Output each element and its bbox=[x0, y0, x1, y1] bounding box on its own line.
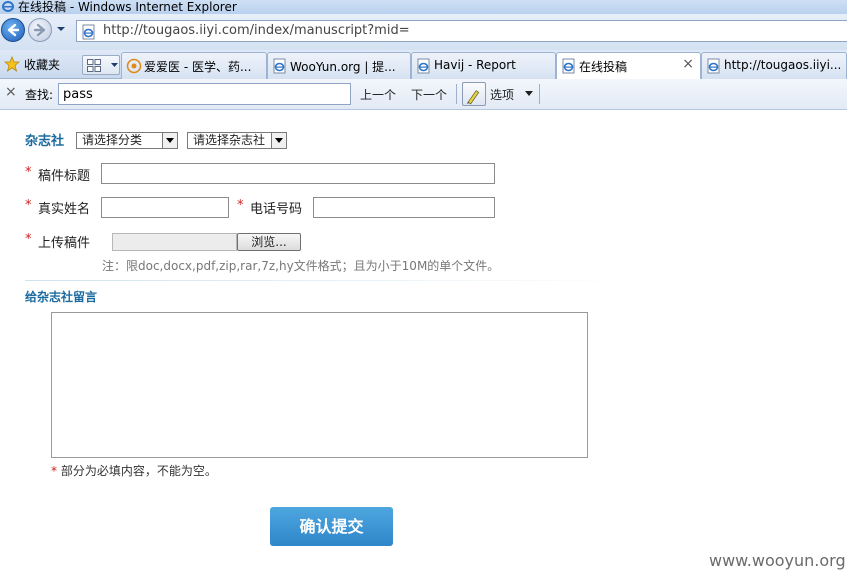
find-options-button[interactable]: 选项 bbox=[490, 86, 514, 103]
upload-file-field[interactable] bbox=[112, 233, 237, 251]
address-url[interactable]: http://tougaos.iiyi.com/index/manuscript… bbox=[103, 23, 410, 38]
find-previous-button[interactable]: 上一个 bbox=[360, 86, 396, 103]
ie-page-icon bbox=[562, 58, 575, 74]
required-mark: * bbox=[237, 198, 244, 213]
select-arrow bbox=[162, 133, 177, 148]
magazine-label: 杂志社 bbox=[25, 134, 65, 149]
message-label: 给杂志社留言 bbox=[25, 290, 98, 304]
ie-page-icon bbox=[273, 58, 286, 74]
ie-logo-icon bbox=[2, 1, 14, 12]
category-select-value: 请选择分类 bbox=[82, 133, 143, 147]
back-button[interactable] bbox=[1, 18, 25, 42]
favorites-button[interactable]: 收藏夹 bbox=[0, 50, 76, 78]
tab-tougao[interactable]: 在线投稿 × bbox=[556, 52, 701, 80]
chevron-down-icon bbox=[111, 63, 118, 67]
required-note-text: 部分为必填内容，不能为空。 bbox=[60, 464, 217, 478]
magazine-select-value: 请选择杂志社 bbox=[193, 133, 266, 147]
chevron-down-icon bbox=[275, 138, 283, 143]
window-title: 在线投稿 - Windows Internet Explorer bbox=[18, 0, 237, 14]
iiyi-icon bbox=[126, 58, 142, 74]
watermark: www.wooyun.org bbox=[709, 551, 846, 570]
favorites-label: 收藏夹 bbox=[24, 58, 61, 72]
window-title-bar: 在线投稿 - Windows Internet Explorer bbox=[0, 0, 847, 14]
tab-close-button[interactable]: × bbox=[682, 56, 694, 72]
highlight-button[interactable] bbox=[462, 82, 486, 106]
find-close-button[interactable]: × bbox=[5, 84, 17, 100]
upload-hint: 注：限doc,docx,pdf,zip,rar,7z,hy文件格式；且为小于10… bbox=[102, 259, 500, 273]
find-separator bbox=[539, 84, 540, 104]
arrow-left-icon bbox=[7, 23, 20, 37]
name-label: 真实姓名 bbox=[38, 202, 91, 217]
name-input[interactable] bbox=[101, 197, 229, 218]
browse-button[interactable]: 浏览... bbox=[237, 233, 301, 251]
tab-label: http://tougaos.iiyi... bbox=[724, 58, 842, 72]
ie-page-icon bbox=[417, 58, 430, 74]
message-textarea[interactable] bbox=[51, 312, 588, 458]
find-bar: × 查找: 上一个 下一个 选项 bbox=[0, 79, 847, 110]
page-content: 杂志社 请选择分类 请选择杂志社 * 稿件标题 * 真实姓名 * 电话号码 * … bbox=[0, 110, 847, 571]
tab-label: Havij - Report bbox=[434, 58, 516, 72]
tab-bar: 收藏夹 爱爱医 - 医学、药... WooYun.org | 提... Havi… bbox=[0, 50, 847, 80]
section-divider bbox=[25, 280, 635, 281]
history-dropdown-icon[interactable] bbox=[56, 24, 66, 34]
submit-button[interactable]: 确认提交 bbox=[270, 507, 393, 546]
required-mark: * bbox=[25, 198, 32, 213]
chevron-down-icon[interactable] bbox=[525, 91, 533, 96]
title-label: 稿件标题 bbox=[38, 169, 91, 184]
forward-button[interactable] bbox=[28, 18, 52, 42]
pencil-icon bbox=[467, 90, 480, 105]
quick-tabs-icon bbox=[87, 59, 101, 72]
star-icon bbox=[4, 56, 20, 72]
tab-havij[interactable]: Havij - Report bbox=[411, 52, 556, 79]
tab-label: WooYun.org | 提... bbox=[290, 60, 396, 74]
tab-label: 爱爱医 - 医学、药... bbox=[144, 60, 252, 74]
required-mark: * bbox=[51, 464, 57, 478]
magazine-select[interactable]: 请选择杂志社 bbox=[187, 132, 287, 149]
required-note: * 部分为必填内容，不能为空。 bbox=[51, 462, 217, 479]
tab-wooyun[interactable]: WooYun.org | 提... bbox=[267, 52, 411, 79]
arrow-right-icon bbox=[33, 23, 46, 37]
ie-page-icon bbox=[707, 58, 720, 74]
upload-label: 上传稿件 bbox=[38, 236, 91, 251]
phone-input[interactable] bbox=[313, 197, 495, 218]
title-input[interactable] bbox=[101, 163, 495, 184]
find-input[interactable] bbox=[58, 83, 351, 105]
address-bar[interactable]: http://tougaos.iiyi.com/index/manuscript… bbox=[76, 20, 847, 42]
find-label: 查找: bbox=[25, 88, 54, 102]
chevron-down-icon bbox=[166, 138, 174, 143]
ie-page-icon bbox=[82, 24, 95, 40]
required-mark: * bbox=[25, 165, 32, 180]
tab-iiyi[interactable]: 爱爱医 - 医学、药... bbox=[121, 52, 267, 79]
category-select[interactable]: 请选择分类 bbox=[76, 132, 178, 149]
tab-label: 在线投稿 bbox=[579, 60, 628, 74]
find-separator bbox=[456, 84, 457, 104]
required-mark: * bbox=[25, 232, 32, 247]
find-next-button[interactable]: 下一个 bbox=[411, 86, 447, 103]
navigation-bar: http://tougaos.iiyi.com/index/manuscript… bbox=[0, 14, 847, 50]
quick-tabs-button[interactable] bbox=[82, 55, 120, 75]
phone-label: 电话号码 bbox=[250, 202, 303, 217]
select-arrow bbox=[271, 133, 286, 148]
tab-tougaos-url[interactable]: http://tougaos.iiyi... bbox=[701, 52, 847, 79]
